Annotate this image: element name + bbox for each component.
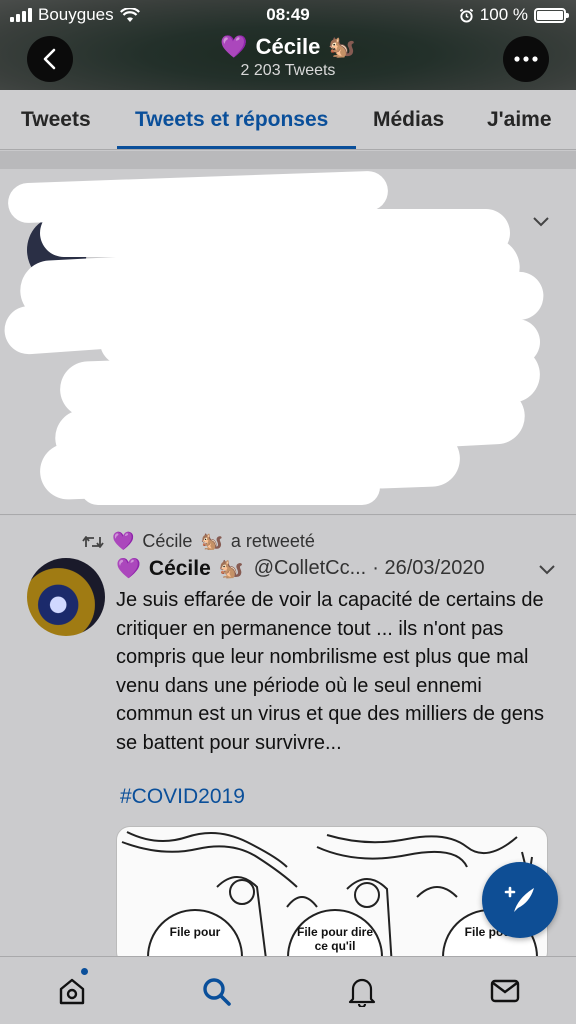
tab-tweets-and-replies[interactable]: Tweets et réponses — [135, 108, 328, 132]
section-divider — [0, 151, 576, 169]
redaction-mark — [80, 469, 380, 505]
author-avatar[interactable] — [27, 558, 105, 636]
tab-tweets[interactable]: Tweets — [21, 108, 91, 132]
battery-icon — [534, 7, 569, 23]
redacted-tweet[interactable] — [0, 169, 576, 515]
hashtag-link[interactable]: #COVID2019 — [120, 785, 245, 809]
squirrel-emoji: 🐿️ — [328, 34, 356, 59]
retweet-label: a retweeté — [230, 531, 315, 551]
nav-home[interactable] — [54, 973, 90, 1009]
compose-icon — [504, 886, 534, 912]
chevron-down-icon[interactable] — [538, 563, 556, 575]
search-icon — [203, 978, 231, 1006]
more-options-button[interactable] — [503, 36, 549, 82]
tab-likes[interactable]: J'aime — [487, 108, 552, 132]
purple-heart-emoji: 💜 — [116, 558, 141, 580]
tweet-count: 2 203 Tweets — [240, 62, 336, 79]
retweeter-name[interactable]: Cécile — [142, 531, 192, 552]
squirrel-emoji: 🐿️ — [200, 531, 223, 551]
purple-heart-emoji: 💜 — [112, 531, 135, 551]
home-icon — [59, 978, 85, 1005]
nav-notifications[interactable] — [344, 973, 380, 1009]
retweet-context: 💜 Cécile 🐿️ a retweeté — [82, 531, 315, 552]
nav-messages[interactable] — [487, 973, 523, 1009]
battery-percent: 100 % — [479, 5, 528, 24]
active-tab-indicator — [117, 146, 356, 149]
bottom-nav — [0, 956, 576, 1024]
profile-name: Cécile — [255, 34, 321, 59]
author-name[interactable]: Cécile — [149, 557, 211, 581]
squirrel-emoji: 🐿️ — [218, 558, 244, 580]
author-handle[interactable]: @ColletCc... — [254, 557, 367, 580]
bell-icon — [348, 978, 376, 1007]
nav-search[interactable] — [198, 973, 234, 1009]
tweet-header: 💜 Cécile 🐿️ @ColletCc... · 26/03/2020 — [116, 556, 556, 581]
new-content-dot — [81, 968, 88, 975]
purple-heart-emoji: 💜 — [220, 34, 248, 59]
tab-media[interactable]: Médias — [373, 108, 444, 132]
tweet-date[interactable]: · 26/03/2020 — [372, 557, 484, 580]
chevron-down-icon[interactable] — [532, 215, 550, 227]
mail-icon — [490, 979, 520, 1003]
tweet-text: Je suis effarée de voir la capacité de c… — [116, 589, 544, 754]
retweet-icon — [82, 535, 104, 548]
more-icon — [514, 56, 538, 62]
profile-header: Bouygues 08:49 100 % 💜 Cécile � — [0, 0, 576, 90]
alarm-icon — [459, 8, 473, 23]
profile-title: 💜 Cécile 🐿️ 2 203 Tweets — [0, 34, 576, 80]
profile-tabs: Tweets Tweets et réponses Médias J'aime — [0, 90, 576, 150]
status-bar: Bouygues 08:49 100 % — [0, 0, 576, 30]
compose-tweet-button[interactable] — [482, 862, 558, 938]
